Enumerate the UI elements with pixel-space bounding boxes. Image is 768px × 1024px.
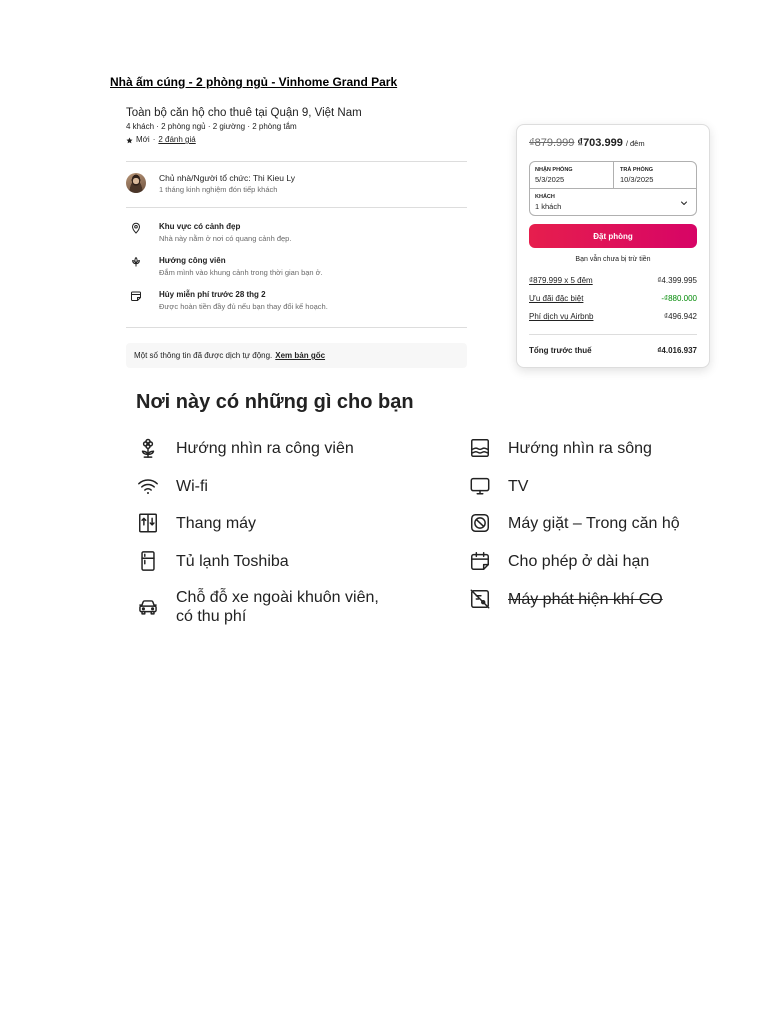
price-row: ₫879.999 ₫703.999 / đêm: [529, 137, 645, 150]
amenity-item: Chỗ đỗ xe ngoài khuôn viên, có thu phí: [137, 588, 391, 626]
guests-value: 1 khách: [535, 201, 562, 211]
total-row: Tổng trước thuế ₫4.016.937: [529, 346, 697, 356]
amenity-label: Wi-fi: [176, 477, 208, 495]
host-avatar[interactable]: [126, 173, 146, 193]
amenity-label: Máy phát hiện khí CO: [508, 590, 663, 608]
booking-card: ₫879.999 ₫703.999 / đêm NHẬN PHÒNG 5/3/2…: [516, 124, 710, 368]
host-experience: 1 tháng kinh nghiệm đón tiếp khách: [159, 185, 278, 194]
no-charge-note: Bạn vẫn chưa bị trừ tiền: [575, 256, 651, 263]
discounted-price: ₫703.999: [577, 137, 623, 149]
reviews-link[interactable]: 2 đánh giá: [158, 135, 195, 145]
host-title: Chủ nhà/Người tổ chức: Thi Kieu Ly: [159, 173, 296, 183]
total-label: Tổng trước thuế: [529, 346, 592, 355]
translation-notice-text: Một số thông tin đã được dịch tự động.: [134, 351, 273, 360]
view-original-link[interactable]: Xem bản gốc: [275, 351, 325, 360]
price-unit: / đêm: [625, 139, 645, 148]
document-page: { "theme": { "accent_start": "#E61E4D", …: [0, 0, 768, 1024]
highlight-description: Được hoàn tiền đầy đủ nếu bạn thay đổi k…: [159, 302, 328, 311]
amenity-label: Cho phép ở dài hạn: [508, 552, 650, 570]
highlight-description: Đắm mình vào khung cảnh trong thời gian …: [159, 268, 323, 277]
divider: [126, 161, 467, 162]
amenity-label: Tủ lạnh Toshiba: [176, 552, 289, 570]
location-pin-icon: [131, 222, 141, 234]
amenity-item: Hướng nhìn ra công viên: [137, 437, 354, 459]
amenity-item: Máy phát hiện khí CO: [469, 588, 663, 610]
amenity-label: Thang máy: [176, 514, 257, 532]
calendar-icon: [131, 291, 141, 301]
elevator-icon: [139, 513, 157, 533]
rating-new-label: Mới: [136, 135, 150, 144]
document-title-link[interactable]: Nhà ấm cúng - 2 phòng ngủ - Vinhome Gran…: [110, 75, 397, 89]
leaf-icon: [132, 257, 140, 267]
service-fee-label[interactable]: Phí dịch vụ Airbnb: [529, 312, 593, 322]
amenity-item: Cho phép ở dài hạn: [469, 550, 649, 572]
guests-select[interactable]: KHÁCH 1 khách: [530, 189, 696, 215]
amenity-item: Máy giặt – Trong căn hộ: [469, 512, 680, 534]
highlight-title: Hủy miễn phí trước 28 thg 2: [159, 290, 266, 299]
car-icon: [139, 600, 157, 615]
translation-notice: Một số thông tin đã được dịch tự động. X…: [126, 343, 467, 368]
special-offer-amount: -₫880.000: [661, 294, 697, 303]
amenity-label: TV: [508, 477, 529, 495]
service-fee-amount: ₫496.942: [663, 312, 697, 321]
checkout-value: 10/3/2025: [620, 174, 654, 184]
checkout-label: TRẢ PHÒNG: [620, 167, 653, 173]
highlight-title: Hướng công viên: [159, 256, 226, 265]
park-view-icon: [141, 438, 155, 458]
reserve-button[interactable]: Đặt phòng: [529, 224, 697, 248]
highlight-description: Nhà này nằm ở nơi có quang cảnh đẹp.: [159, 234, 292, 243]
amenity-label: Chỗ đỗ xe ngoài khuôn viên, có thu phí: [176, 589, 379, 625]
amenity-item: Thang máy: [137, 512, 256, 534]
amenity-label: Hướng nhìn ra sông: [508, 439, 652, 457]
tv-icon: [470, 477, 490, 495]
price-breakdown-row: Phí dịch vụ Airbnb ₫496.942: [529, 312, 697, 322]
chevron-down-icon[interactable]: [680, 199, 688, 207]
amenity-label: Máy giặt – Trong căn hộ: [508, 514, 680, 532]
special-offer-label[interactable]: Ưu đãi đặc biệt: [529, 294, 583, 304]
amenity-label: Hướng nhìn ra công viên: [176, 439, 354, 457]
dates-guests-picker: NHẬN PHÒNG 5/3/2025 TRẢ PHÒNG 10/3/2025 …: [529, 161, 697, 216]
river-view-icon: [471, 439, 489, 457]
listing-rating: Mới · 2 đánh giá: [126, 135, 196, 145]
price-breakdown-row: Ưu đãi đặc biệt -₫880.000: [529, 294, 697, 304]
original-price: ₫879.999: [529, 137, 575, 149]
listing-heading: Toàn bộ căn hộ cho thuê tại Quận 9, Việt…: [126, 107, 362, 119]
amenity-item: Hướng nhìn ra sông: [469, 437, 652, 459]
rating-separator: ·: [152, 135, 156, 144]
amenity-item: Wi-fi: [137, 475, 208, 497]
total-amount: ₫4.016.937: [657, 346, 697, 355]
star-icon: [126, 137, 133, 143]
nightly-total-amount: ₫4.399.995: [657, 276, 697, 285]
divider: [126, 327, 467, 328]
calendar-icon: [471, 552, 489, 570]
refrigerator-icon: [141, 551, 155, 571]
highlight-title: Khu vực có cảnh đẹp: [159, 222, 241, 231]
wifi-icon: [138, 479, 158, 494]
listing-details: 4 khách · 2 phòng ngủ · 2 giường · 2 phò…: [126, 122, 297, 131]
divider: [529, 334, 697, 335]
checkout-field[interactable]: TRẢ PHÒNG 10/3/2025: [614, 162, 696, 188]
price-breakdown-row: ₫879.999 x 5 đêm ₫4.399.995: [529, 276, 697, 286]
amenities-heading: Nơi này có những gì cho bạn: [136, 391, 414, 413]
washer-icon: [471, 514, 489, 532]
co-alarm-off-icon: [470, 589, 490, 609]
checkin-label: NHẬN PHÒNG: [535, 167, 573, 173]
amenity-item: Tủ lạnh Toshiba: [137, 550, 289, 572]
checkin-value: 5/3/2025: [535, 174, 565, 184]
guests-label: KHÁCH: [535, 194, 555, 200]
divider: [126, 207, 467, 208]
checkin-field[interactable]: NHẬN PHÒNG 5/3/2025: [530, 162, 613, 188]
amenity-item: TV: [469, 475, 528, 497]
nightly-total-label[interactable]: ₫879.999 x 5 đêm: [529, 276, 593, 286]
